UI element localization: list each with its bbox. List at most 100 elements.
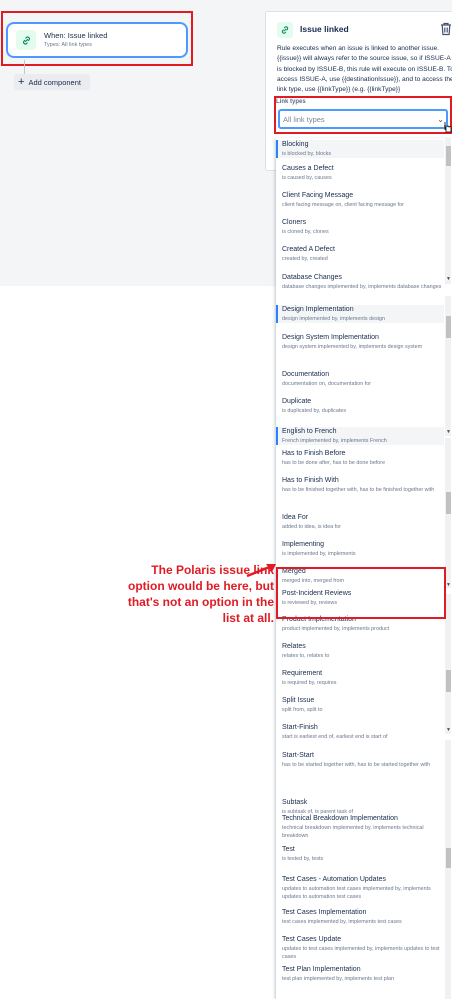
option-title: Requirement xyxy=(282,670,323,677)
trash-icon[interactable] xyxy=(440,22,452,36)
option-description: is tested by, tests xyxy=(282,856,324,862)
dropdown-option[interactable]: Design System Implementation design syste… xyxy=(276,333,444,351)
option-title: Test Cases Implementation xyxy=(282,909,367,916)
dropdown-option[interactable]: Test Cases Update updates to test cases i… xyxy=(276,935,444,962)
dropdown-option[interactable]: Documentation documentation on, documenta… xyxy=(276,370,444,388)
link-types-select[interactable]: All link types ⌄ xyxy=(278,109,448,129)
option-description: is implemented by, implements xyxy=(282,551,356,557)
option-description: is blocked by, blocks xyxy=(282,151,332,157)
option-description: is required by, requires xyxy=(282,680,337,686)
scroll-down-arrow[interactable]: ▼ xyxy=(445,727,452,733)
link-types-label: Link types xyxy=(276,99,306,105)
annotation-text: The Polaris issue link option would be h… xyxy=(127,563,274,625)
option-title: Test Cases - Automation Updates xyxy=(282,876,386,883)
option-description: product implemented by, implements produ… xyxy=(282,626,390,632)
option-description: is caused by, causes xyxy=(282,175,332,181)
option-title: Design System Implementation xyxy=(282,334,379,341)
option-description: test cases implemented by, implements te… xyxy=(282,919,402,925)
option-title: Split Issue xyxy=(282,697,315,704)
option-description: is duplicated by, duplicates xyxy=(282,408,347,414)
dropdown-option[interactable]: Test Cases Implementation test cases impl… xyxy=(276,908,444,926)
dropdown-option[interactable]: Test is tested by, tests xyxy=(276,845,444,863)
option-title: Design Implementation xyxy=(282,306,354,313)
dropdown-option[interactable]: Client Facing Message client facing messa… xyxy=(276,191,444,209)
dropdown-option[interactable]: Implementing is implemented by, implement… xyxy=(276,540,444,558)
option-title: Relates xyxy=(282,643,306,650)
option-title: Created A Defect xyxy=(282,246,335,253)
option-description: design system implemented by, implements… xyxy=(282,344,423,350)
option-description: added to idea, is idea for xyxy=(282,524,342,530)
option-title: Test xyxy=(282,846,295,853)
option-title: Causes a Defect xyxy=(282,165,334,172)
option-description: has to be started together with, has to … xyxy=(282,762,431,768)
dropdown-option[interactable]: Database Changes database changes impleme… xyxy=(276,273,444,291)
scrollbar-thumb[interactable] xyxy=(446,848,451,868)
dropdown-option[interactable]: Has to Finish With has to be finished tog… xyxy=(276,476,444,494)
panel-title: Issue linked xyxy=(300,24,349,34)
option-title: Test Plan Implementation xyxy=(282,966,361,973)
option-title: Has to Finish Before xyxy=(282,450,346,457)
option-description: updates to automation test cases impleme… xyxy=(282,886,431,901)
option-title: Subtask xyxy=(282,799,308,806)
add-component-label: Add component xyxy=(28,77,81,87)
dropdown-scrollbar[interactable] xyxy=(445,740,451,999)
option-description: French implemented by, implements French xyxy=(282,438,387,444)
option-description: has to be done after, has to be done bef… xyxy=(282,460,386,466)
option-title: Duplicate xyxy=(282,398,312,405)
option-title: Start-Finish xyxy=(282,724,318,731)
option-description: design implemented by, implements design xyxy=(282,316,385,322)
option-title: Start-Start xyxy=(282,752,314,759)
dropdown-option[interactable]: Causes a Defect is caused by, causes xyxy=(276,164,444,182)
dropdown-option[interactable]: Design Implementation design implemented … xyxy=(276,305,444,324)
trigger-title: When: Issue linked xyxy=(44,31,108,40)
dropdown-option[interactable]: Blocking is blocked by, blocks xyxy=(276,140,444,159)
dropdown-option[interactable]: Start-Start has to be started together wi… xyxy=(276,751,444,769)
dropdown-option[interactable]: Created A Defect created by, created xyxy=(276,245,444,263)
scroll-down-arrow[interactable]: ▼ xyxy=(445,429,452,435)
add-component-button[interactable]: + Add component xyxy=(14,74,90,90)
scrollbar-thumb[interactable] xyxy=(446,492,451,514)
panel-description: Rule executes when an issue is linked to… xyxy=(277,45,452,94)
option-title: Has to Finish With xyxy=(282,477,339,484)
option-title: Implementing xyxy=(282,541,325,548)
plus-icon: + xyxy=(18,76,25,88)
dropdown-option[interactable]: Has to Finish Before has to be done after… xyxy=(276,449,444,467)
scrollbar-thumb[interactable] xyxy=(446,146,451,166)
option-title: Database Changes xyxy=(282,274,342,281)
trigger-card[interactable]: When: Issue linked Types: All link types xyxy=(6,22,188,58)
dropdown-option[interactable]: Relates relates to, relates to xyxy=(276,642,444,660)
option-title: Client Facing Message xyxy=(282,192,354,199)
link-icon xyxy=(277,22,293,38)
dropdown-option[interactable]: Duplicate is duplicated by, duplicates xyxy=(276,397,444,415)
option-description: test plan implemented by, implements tes… xyxy=(282,976,394,982)
option-description: database changes implemented by, impleme… xyxy=(282,284,442,290)
scrollbar-thumb[interactable] xyxy=(446,316,451,338)
option-description: start is earliest end of, earliest end i… xyxy=(282,734,388,740)
dropdown-option[interactable]: Idea For added to idea, is idea for xyxy=(276,513,444,531)
link-icon xyxy=(16,30,36,50)
option-description: created by, created xyxy=(282,256,328,262)
option-description: client facing message on, client facing … xyxy=(282,202,404,208)
option-description: relates to, relates to xyxy=(282,653,330,659)
option-description: split from, split to xyxy=(282,707,323,713)
option-title: Documentation xyxy=(282,371,330,378)
dropdown-option[interactable]: Test Cases - Automation Updates updates t… xyxy=(276,875,444,902)
dropdown-option[interactable]: Requirement is required by, requires xyxy=(276,669,444,687)
option-description: documentation on, documentation for xyxy=(282,381,372,387)
mouse-cursor xyxy=(444,122,452,133)
scroll-down-arrow[interactable]: ▼ xyxy=(445,582,452,588)
option-description: is cloned by, clones xyxy=(282,229,329,235)
option-description: technical breakdown implemented by, impl… xyxy=(282,825,424,840)
dropdown-option[interactable]: Split Issue split from, split to xyxy=(276,696,444,714)
dropdown-option[interactable]: Test Plan Implementation test plan implem… xyxy=(276,965,444,983)
option-title: Technical Breakdown Implementation xyxy=(282,815,398,822)
dropdown-option[interactable]: Start-Finish start is earliest end of, ea… xyxy=(276,723,444,741)
scroll-down-arrow[interactable]: ▼ xyxy=(445,276,452,282)
dropdown-option[interactable]: Technical Breakdown Implementation techni… xyxy=(276,814,444,841)
missing-option-highlight-box xyxy=(276,567,446,619)
link-types-placeholder: All link types xyxy=(283,114,325,124)
dropdown-option[interactable]: Cloners is cloned by, clones xyxy=(276,218,444,236)
scrollbar-thumb[interactable] xyxy=(446,670,451,692)
option-title: Idea For xyxy=(282,514,309,521)
dropdown-option[interactable]: English to French French implemented by, … xyxy=(276,427,444,446)
